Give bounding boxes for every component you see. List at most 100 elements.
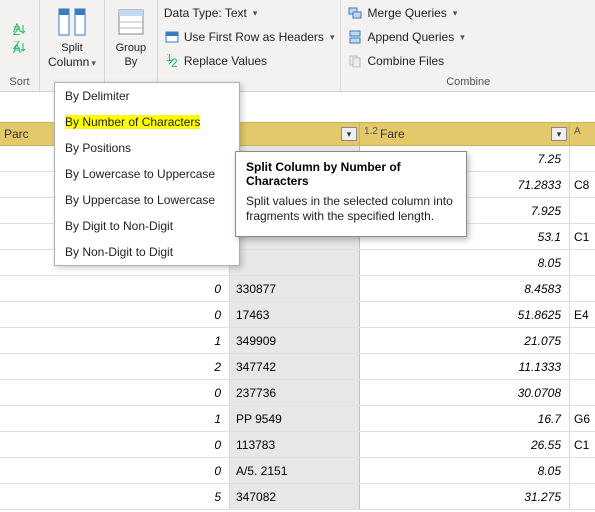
cell-extra: C1 [570,432,595,457]
sort-group: AZ ZA Sort [0,0,40,91]
cell-parc: 0 [0,432,230,457]
combine-files-button[interactable]: Combine Files [347,50,589,72]
menu-by-lowercase-to-uppercase[interactable]: By Lowercase to Uppercase [55,161,239,187]
tooltip-title: Split Column by Number of Characters [246,160,456,188]
menu-by-digit-to-nondigit[interactable]: By Digit to Non-Digit [55,213,239,239]
column-filter-dropdown[interactable]: ▾ [341,127,357,141]
table-row[interactable]: 534708231.275 [0,484,595,510]
ribbon: AZ ZA Sort Split Column▾ [0,0,595,92]
data-type-label: Data Type: Text [164,6,247,20]
cell-ticket: 347742 [230,354,360,379]
split-column-button[interactable]: Split Column▾ [40,0,105,91]
table-row[interactable]: 03308778.4583 [0,276,595,302]
table-row[interactable]: 023773630.0708 [0,380,595,406]
column-filter-dropdown[interactable]: ▾ [551,127,567,141]
combine-files-label: Combine Files [367,54,444,68]
group-by-label-2: By [124,56,137,68]
svg-text:A: A [13,42,21,53]
cell-ticket: 347082 [230,484,360,509]
table-row[interactable]: 1PP 954916.7G6 [0,406,595,432]
append-queries-button[interactable]: Append Queries ▾ [347,26,589,48]
cell-fare: 31.275 [360,484,570,509]
cell-ticket: 237736 [230,380,360,405]
replace-values-button[interactable]: 12 Replace Values [164,50,335,72]
column-header-fare[interactable]: 1.2 Fare ▾ [360,123,570,145]
append-queries-label: Append Queries [367,30,454,44]
chevron-down-icon: ▾ [453,8,458,19]
cell-ticket: 349909 [230,328,360,353]
column-header-extra[interactable]: A [570,123,595,145]
sort-asc-icon[interactable]: AZ [12,21,28,37]
cell-fare: 21.075 [360,328,570,353]
group-by-icon [113,4,149,40]
menu-by-delimiter[interactable]: By Delimiter [55,83,239,109]
replace-values-label: Replace Values [184,54,267,68]
cell-extra [570,458,595,483]
cell-ticket: A/5. 2151 [230,458,360,483]
sort-desc-icon[interactable]: ZA [12,39,28,55]
cell-extra [570,250,595,275]
chevron-down-icon: ▾ [330,32,335,43]
merge-icon [347,5,363,21]
replace-icon: 12 [164,53,180,69]
split-column-icon [54,4,90,40]
group-by-label-1: Group [116,42,147,54]
group-by-button[interactable]: Group By [105,0,158,91]
menu-by-number-of-characters[interactable]: By Number of Characters [55,109,239,135]
decimal-type-icon: 1.2 [364,126,380,142]
svg-text:Z: Z [13,24,20,35]
first-row-headers-label: Use First Row as Headers [184,30,324,44]
table-row[interactable]: 0A/5. 21518.05 [0,458,595,484]
combine-group-label: Combine [347,76,589,88]
cell-parc: 0 [0,380,230,405]
cell-fare: 8.05 [360,458,570,483]
cell-extra [570,354,595,379]
menu-by-positions[interactable]: By Positions [55,135,239,161]
cell-extra: G6 [570,406,595,431]
cell-extra [570,198,595,223]
cell-ticket: 113783 [230,432,360,457]
cell-extra [570,328,595,353]
column-header-ticket[interactable]: ▾ [230,123,360,145]
cell-ticket: 17463 [230,302,360,327]
split-column-label-1: Split [61,42,82,54]
cell-parc: 1 [0,406,230,431]
cell-fare: 30.0708 [360,380,570,405]
transform-commands: Data Type: Text ▾ Use First Row as Heade… [158,0,342,91]
table-row[interactable]: 134990921.075 [0,328,595,354]
sort-group-label: Sort [9,76,29,91]
cell-parc: 0 [0,302,230,327]
table-row[interactable]: 01746351.8625E4 [0,302,595,328]
chevron-down-icon: ▾ [91,58,96,68]
cell-fare: 51.8625 [360,302,570,327]
cell-extra: C1 [570,224,595,249]
menu-by-nondigit-to-digit[interactable]: By Non-Digit to Digit [55,239,239,265]
cell-fare: 8.05 [360,250,570,275]
column-fare-label: Fare [380,127,551,141]
split-column-label-2: Column [48,55,89,69]
menu-by-uppercase-to-lowercase[interactable]: By Uppercase to Lowercase [55,187,239,213]
combine-files-icon [347,53,363,69]
cell-extra: E4 [570,302,595,327]
merge-queries-label: Merge Queries [367,6,446,20]
tooltip: Split Column by Number of Characters Spl… [235,151,467,237]
split-column-dropdown: By Delimiter By Number of Characters By … [54,82,240,266]
cell-extra [570,146,595,171]
data-type-button[interactable]: Data Type: Text ▾ [164,2,335,24]
cell-parc: 1 [0,328,230,353]
cell-extra [570,484,595,509]
chevron-down-icon: ▾ [460,32,465,43]
table-row[interactable]: 011378326.55C1 [0,432,595,458]
column-parc-label: Parc [4,127,29,141]
tooltip-body: Split values in the selected column into… [246,194,456,224]
cell-ticket: PP 9549 [230,406,360,431]
cell-fare: 16.7 [360,406,570,431]
cell-ticket [230,250,360,275]
merge-queries-button[interactable]: Merge Queries ▾ [347,2,589,24]
cell-parc: 0 [0,276,230,301]
cell-extra: C8 [570,172,595,197]
cell-parc: 2 [0,354,230,379]
cell-extra [570,276,595,301]
first-row-headers-button[interactable]: Use First Row as Headers ▾ [164,26,335,48]
table-row[interactable]: 234774211.1333 [0,354,595,380]
